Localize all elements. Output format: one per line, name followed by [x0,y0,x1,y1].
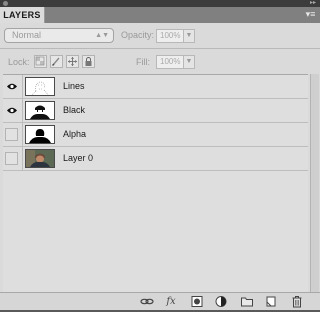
layer-thumbnail [25,77,55,96]
blend-mode-select[interactable]: Normal ▲▼ [4,28,114,43]
visibility-toggle[interactable] [3,75,23,98]
chevron-updown-icon: ▲▼ [95,32,109,39]
layers-panel: Normal ▲▼ Opacity: 100% ▼ Lock: Fill: 10… [0,23,320,310]
layer-row-alpha[interactable]: Alpha [3,123,308,147]
panel-title-bar: ▸▸ [0,0,320,7]
opacity-label: Opacity: [121,30,155,40]
close-icon[interactable] [3,1,8,6]
layer-thumbnail [25,101,55,120]
lock-transparent-icon[interactable] [34,55,47,68]
new-layer-icon[interactable] [264,295,278,308]
tab-layers[interactable]: LAYERS [0,7,45,23]
visibility-box [5,128,18,141]
panel-menu-icon[interactable]: ▾≡ [304,9,317,20]
new-group-icon[interactable] [240,295,254,308]
fx-icon[interactable]: fx [164,295,178,308]
lock-position-icon[interactable] [66,55,79,68]
layers-list: Lines Black Alpha Layer 0 [3,74,308,293]
add-mask-icon[interactable] [190,295,204,308]
blend-opacity-row: Normal ▲▼ Opacity: 100% ▼ [0,23,320,48]
layer-row-lines[interactable]: Lines [3,75,308,99]
eye-icon [7,107,17,114]
visibility-box [5,152,18,165]
trash-icon[interactable] [290,295,304,308]
blend-mode-value: Normal [12,30,42,40]
opacity-field[interactable]: 100% [156,29,184,43]
lock-image-icon[interactable] [50,55,63,68]
layer-row-black[interactable]: Black [3,99,308,123]
layer-name: Black [63,105,86,115]
layers-footer-toolbar: fx [0,293,320,310]
layer-row-layer-0[interactable]: Layer 0 [3,147,308,171]
adjustment-layer-icon[interactable] [214,295,228,308]
visibility-toggle[interactable] [3,99,23,122]
layers-scrollbar[interactable] [310,74,319,292]
lock-label: Lock: [8,57,30,67]
visibility-toggle[interactable] [3,147,23,170]
fill-label: Fill: [136,57,150,67]
link-layers-icon[interactable] [140,295,154,308]
collapse-icon[interactable]: ▸▸ [310,0,316,6]
lock-fill-row: Lock: Fill: 100% ▼ [0,49,320,74]
fill-dropdown-icon[interactable]: ▼ [184,55,195,69]
fill-field[interactable]: 100% [156,55,184,69]
layer-thumbnail [25,125,55,144]
layer-name: Lines [63,81,85,91]
layer-name: Layer 0 [63,153,94,163]
layer-name: Alpha [63,129,87,139]
visibility-toggle[interactable] [3,123,23,146]
opacity-dropdown-icon[interactable]: ▼ [184,29,195,43]
panel-tab-bar: LAYERS ▾≡ [0,7,320,23]
layer-thumbnail [25,149,55,168]
lock-all-icon[interactable] [82,55,95,68]
eye-icon [7,83,17,90]
